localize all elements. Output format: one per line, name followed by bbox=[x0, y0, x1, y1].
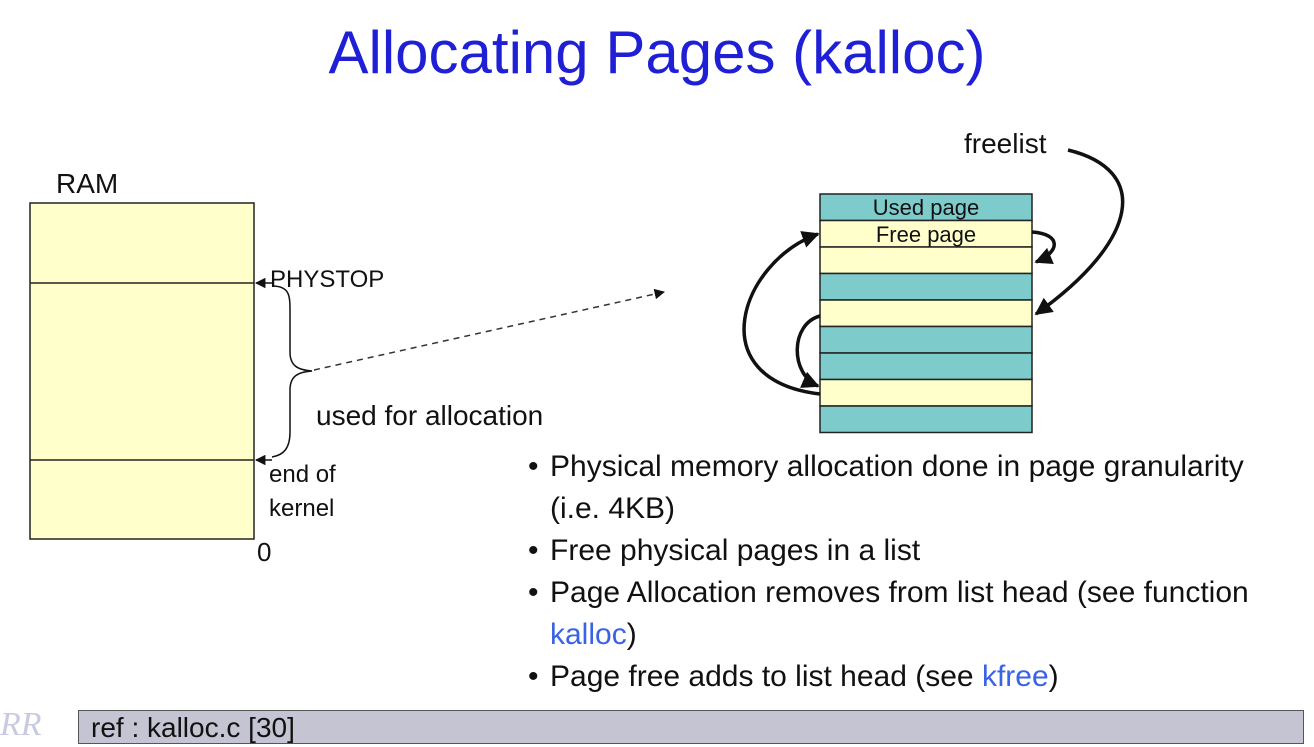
reference-bar: ref : kalloc.c [30] bbox=[78, 710, 1304, 744]
free-page-label: Free page bbox=[875, 222, 977, 247]
zero-label: 0 bbox=[257, 537, 272, 567]
bullet-item: • Page free adds to list head (see kfree) bbox=[528, 660, 1059, 693]
bullet-item: • Free physical pages in a list bbox=[528, 534, 921, 567]
freelist-label: freelist bbox=[964, 128, 1047, 159]
kalloc-link[interactable]: kalloc bbox=[550, 618, 627, 651]
bullet-item: • Page Allocation removes from list head … bbox=[528, 576, 1249, 651]
freelist-arrow bbox=[1034, 148, 1125, 316]
free-page-link-arrow-3 bbox=[742, 231, 821, 396]
rr-logo: RR bbox=[0, 706, 42, 743]
free-page-cell bbox=[819, 378, 1033, 407]
ram-block bbox=[29, 202, 255, 540]
bullet-list: • Physical memory allocation done in page… bbox=[528, 446, 1288, 698]
allocation-brace bbox=[271, 285, 313, 458]
free-page-link-arrow-2 bbox=[795, 314, 821, 388]
used-page-cell bbox=[819, 352, 1033, 381]
used-page-cell bbox=[819, 405, 1033, 434]
ram-label: RAM bbox=[56, 168, 119, 199]
bullet-item: • Physical memory allocation done in page… bbox=[528, 450, 1244, 525]
used-page-cell bbox=[819, 325, 1033, 354]
free-page-cell bbox=[819, 299, 1033, 328]
used-page-cell bbox=[819, 272, 1033, 301]
end-of-label: end of bbox=[269, 461, 336, 488]
free-page-link-arrow-1 bbox=[1031, 230, 1056, 265]
reference-text: ref : kalloc.c [30] bbox=[91, 712, 295, 743]
kernel-label: kernel bbox=[269, 495, 335, 522]
dashed-arrow bbox=[313, 288, 666, 371]
kfree-link[interactable]: kfree bbox=[982, 660, 1049, 693]
used-for-allocation-label: used for allocation bbox=[316, 400, 544, 431]
used-page-label: Used page bbox=[872, 195, 980, 220]
phystop-label: PHYSTOP bbox=[270, 266, 385, 293]
free-page-cell bbox=[819, 246, 1033, 275]
